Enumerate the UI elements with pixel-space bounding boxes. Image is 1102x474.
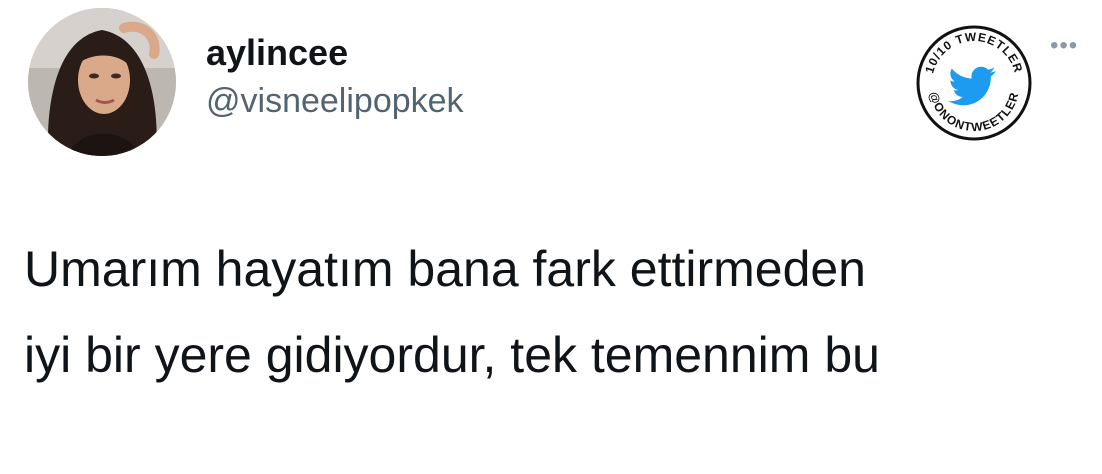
tweet-text: Umarım hayatım bana fark ettirmeden iyi … [24,241,880,383]
tweet-card: aylincee @visneelipopkek 10/10 TWEETLER … [0,0,1102,474]
user-handle[interactable]: @visneelipopkek [206,80,464,122]
avatar[interactable] [28,8,176,156]
badge-seal: 10/10 TWEETLER @ONONTWEETLER [916,25,1032,141]
profile-photo-icon [28,8,176,156]
watermark-badge: 10/10 TWEETLER @ONONTWEETLER [915,24,1033,142]
display-name[interactable]: aylincee [206,32,464,74]
more-dots-icon[interactable]: ••• [1050,34,1078,58]
tweet-author: aylincee @visneelipopkek [206,32,464,122]
